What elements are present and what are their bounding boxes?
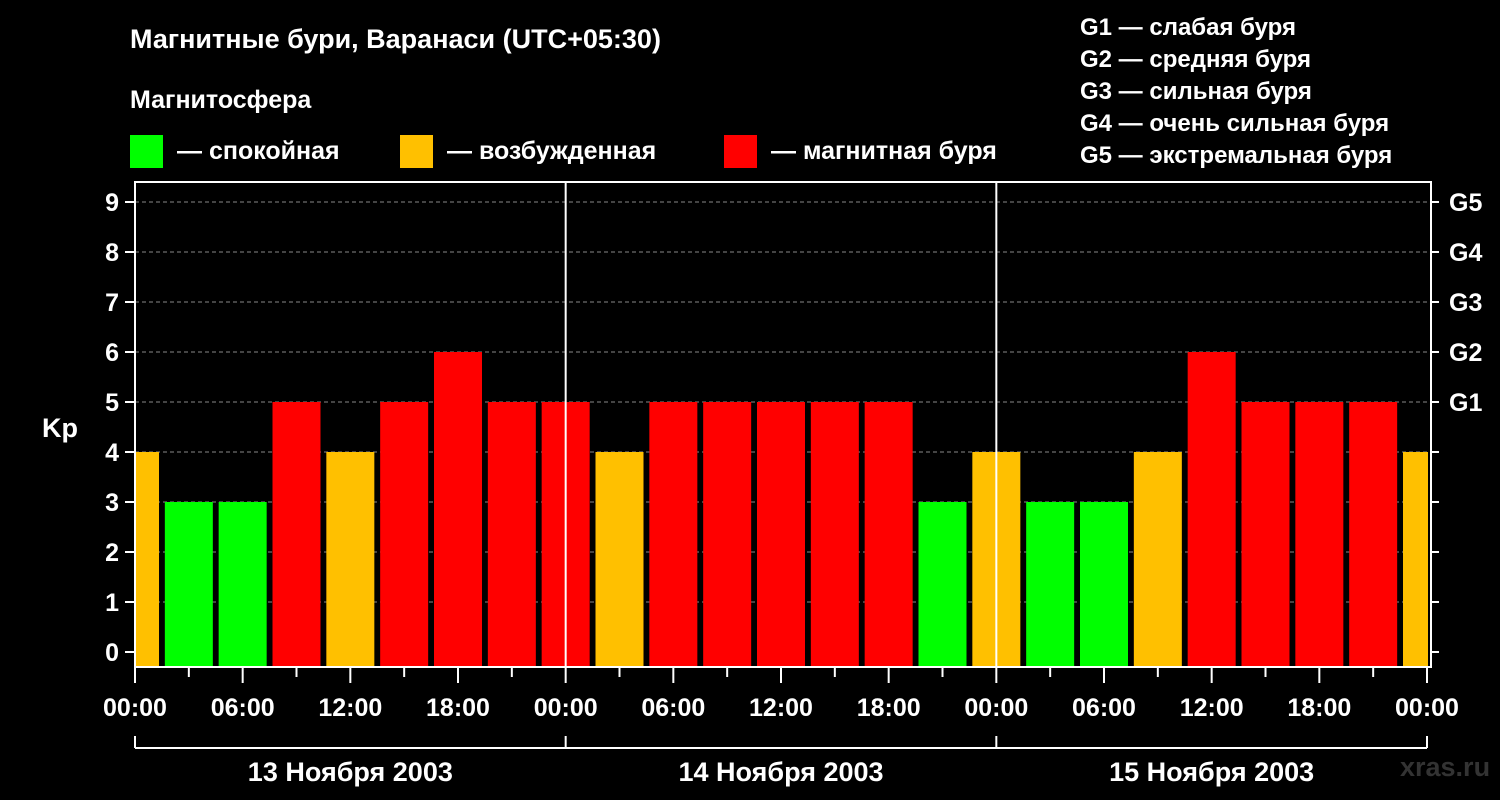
x-tick-label: 12:00 xyxy=(318,694,382,722)
kp-bar xyxy=(218,502,267,668)
kp-bar xyxy=(326,452,375,668)
kp-bar xyxy=(487,402,536,668)
g-level-label: G4 xyxy=(1449,239,1482,267)
kp-bar xyxy=(272,402,321,668)
g-level-label: G1 xyxy=(1449,389,1482,417)
g-level-label: G2 xyxy=(1449,339,1482,367)
kp-bar xyxy=(864,402,913,668)
x-tick-label: 12:00 xyxy=(749,694,813,722)
kp-bar xyxy=(1133,452,1182,668)
y-tick-label: 9 xyxy=(105,189,119,217)
x-tick-label: 18:00 xyxy=(857,694,921,722)
kp-bar xyxy=(649,402,698,668)
y-tick-label: 3 xyxy=(105,489,119,517)
x-tick-label: 18:00 xyxy=(1287,694,1351,722)
kp-bar xyxy=(1295,402,1344,668)
kp-bar xyxy=(703,402,752,668)
kp-bar xyxy=(136,452,159,668)
kp-bar xyxy=(918,502,967,668)
watermark: xras.ru xyxy=(1400,752,1491,782)
y-tick-label: 6 xyxy=(105,339,119,367)
x-tick-label: 06:00 xyxy=(211,694,275,722)
g-level-label: G5 xyxy=(1449,189,1482,217)
x-tick-label: 12:00 xyxy=(1180,694,1244,722)
day-label: 13 Ноября 2003 xyxy=(248,757,453,787)
x-tick-label: 06:00 xyxy=(1072,694,1136,722)
x-tick-label: 00:00 xyxy=(103,694,167,722)
y-tick-label: 5 xyxy=(105,389,119,417)
kp-bar xyxy=(595,452,644,668)
y-tick-label: 0 xyxy=(105,639,119,667)
kp-bar xyxy=(810,402,859,668)
kp-bar xyxy=(1187,352,1236,668)
kp-bar xyxy=(1026,502,1075,668)
kp-bar xyxy=(1349,402,1398,668)
day-label: 14 Ноября 2003 xyxy=(678,757,883,787)
y-tick-label: 7 xyxy=(105,289,119,317)
y-tick-label: 4 xyxy=(105,439,119,467)
kp-bar xyxy=(1403,452,1428,668)
y-tick-label: 1 xyxy=(105,589,119,617)
kp-bar xyxy=(757,402,805,668)
kp-bar xyxy=(164,502,213,668)
day-label: 15 Ноября 2003 xyxy=(1109,757,1314,787)
x-tick-label: 00:00 xyxy=(964,694,1028,722)
y-tick-label: 8 xyxy=(105,239,119,267)
kp-bar xyxy=(1080,502,1128,668)
g-level-label: G3 xyxy=(1449,289,1482,317)
y-tick-label: 2 xyxy=(105,539,119,567)
kp-bar xyxy=(380,402,429,668)
kp-bar xyxy=(1241,402,1290,668)
kp-chart: 0 1 2 3 4 5 6 7 8 9 Kp G1 G2 G3 G4 G5 00:00 06:00 12:00 18:… xyxy=(42,181,1482,787)
x-tick-label: 06:00 xyxy=(641,694,705,722)
x-tick-label: 18:00 xyxy=(426,694,490,722)
kp-bar xyxy=(434,352,482,668)
x-tick-label: 00:00 xyxy=(534,694,598,722)
y-axis-label: Kp xyxy=(42,413,78,443)
x-tick-label: 00:00 xyxy=(1395,694,1459,722)
